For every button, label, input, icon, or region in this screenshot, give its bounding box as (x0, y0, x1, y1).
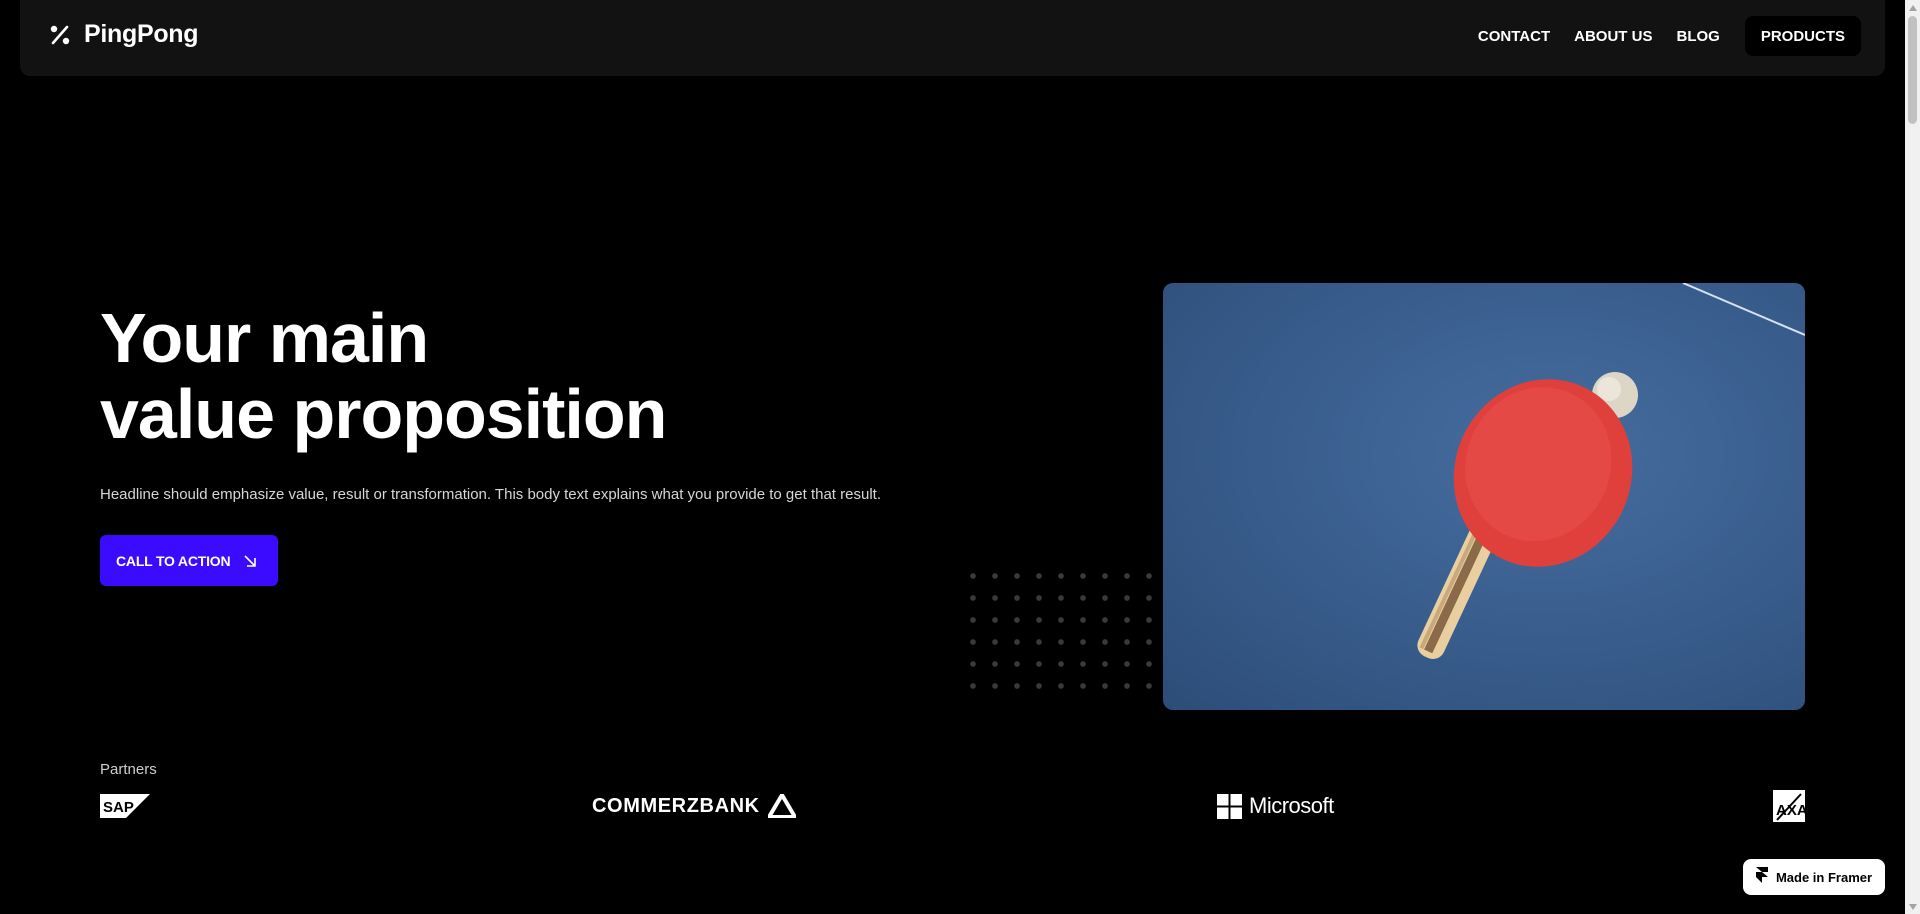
commerzbank-ribbon-icon (767, 794, 796, 818)
scroll-down-arrow-icon[interactable] (1905, 899, 1920, 914)
arrow-down-right-icon (242, 553, 258, 569)
percent-icon (48, 23, 72, 47)
cta-label: CALL TO ACTION (116, 552, 231, 569)
scroll-up-arrow-icon[interactable] (1905, 0, 1920, 15)
nav-products-button[interactable]: PRODUCTS (1744, 16, 1861, 56)
axa-logo: AXA (1773, 790, 1805, 822)
hero-title-line-1: Your main (100, 299, 429, 377)
framer-label: Made in Framer (1775, 869, 1873, 885)
commerzbank-logo: COMMERZBANK (592, 794, 796, 818)
made-in-framer-badge[interactable]: Made in Framer (1743, 859, 1885, 895)
microsoft-logo: Microsoft (1217, 793, 1334, 819)
commerzbank-wordmark: COMMERZBANK (592, 794, 760, 817)
vertical-scrollbar[interactable] (1905, 0, 1920, 914)
nav-links: CONTACT ABOUT US BLOG PRODUCTS (1466, 16, 1861, 56)
svg-text:SAP: SAP (103, 799, 134, 816)
hero-image-ping-pong-paddle (1163, 283, 1805, 710)
scrollbar-thumb[interactable] (1908, 16, 1917, 124)
sap-logo: SAP (100, 794, 150, 818)
nav-blog[interactable]: BLOG (1664, 16, 1731, 56)
brand-name: PingPong (84, 20, 199, 48)
partners-label: Partners (100, 761, 157, 778)
top-navbar: PingPong CONTACT ABOUT US BLOG PRODUCTS (20, 0, 1885, 76)
microsoft-windows-icon (1217, 793, 1242, 819)
hero-title-line-2: value proposition (100, 375, 667, 453)
dot-pattern-decoration (962, 565, 1162, 703)
nav-about-us[interactable]: ABOUT US (1562, 16, 1664, 56)
hero-title: Your main value proposition (100, 299, 667, 453)
framer-icon (1755, 866, 1768, 888)
microsoft-wordmark: Microsoft (1249, 793, 1334, 818)
hero-body-text: Headline should emphasize value, result … (100, 486, 881, 503)
call-to-action-button[interactable]: CALL TO ACTION (100, 535, 278, 586)
brand-logo[interactable]: PingPong (48, 20, 199, 49)
nav-contact[interactable]: CONTACT (1466, 16, 1562, 56)
